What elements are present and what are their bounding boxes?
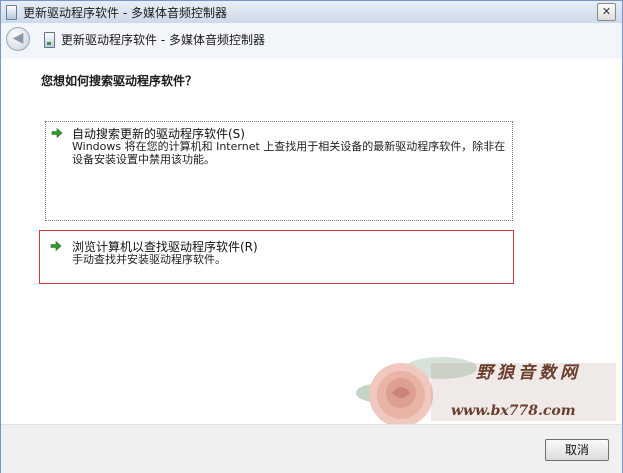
dialog-content: ◀ 更新驱动程序软件 - 多媒体音频控制器 您想如何搜索驱动程序软件？ 自动搜索… (1, 23, 622, 473)
window-title: 更新驱动程序软件 - 多媒体音频控制器 (23, 6, 227, 20)
page-title: 更新驱动程序软件 - 多媒体音频控制器 (61, 33, 265, 47)
device-icon (6, 5, 17, 20)
watermark: 野狼音数网 www.bx778.com (356, 323, 622, 433)
option-description: Windows 将在您的计算机和 Internet 上查找用于相关设备的最新驱动… (72, 140, 506, 166)
watermark-text: 野狼音数网 (476, 363, 581, 383)
back-button[interactable]: ◀ (6, 27, 30, 51)
footer-bar: 取消 (1, 424, 622, 473)
close-button[interactable]: ✕ (597, 3, 616, 21)
green-arrow-icon (50, 240, 62, 252)
option-auto-search[interactable]: 自动搜索更新的驱动程序软件(S) Windows 将在您的计算机和 Intern… (45, 121, 513, 221)
title-bar: 更新驱动程序软件 - 多媒体音频控制器 ✕ (1, 1, 622, 24)
watermark-url: www.bx778.com (451, 403, 576, 419)
green-arrow-icon (51, 127, 63, 139)
device-icon (44, 32, 55, 48)
cancel-button[interactable]: 取消 (545, 439, 609, 461)
nav-bar: ◀ 更新驱动程序软件 - 多媒体音频控制器 (1, 23, 622, 59)
question-heading: 您想如何搜索驱动程序软件？ (41, 74, 198, 88)
dialog-window: 更新驱动程序软件 - 多媒体音频控制器 ✕ ◀ 更新驱动程序软件 - 多媒体音频… (0, 0, 623, 473)
option-description: 手动查找并安装驱动程序软件。 (72, 253, 226, 266)
option-browse-computer[interactable]: 浏览计算机以查找驱动程序软件(R) 手动查找并安装驱动程序软件。 (39, 230, 514, 284)
